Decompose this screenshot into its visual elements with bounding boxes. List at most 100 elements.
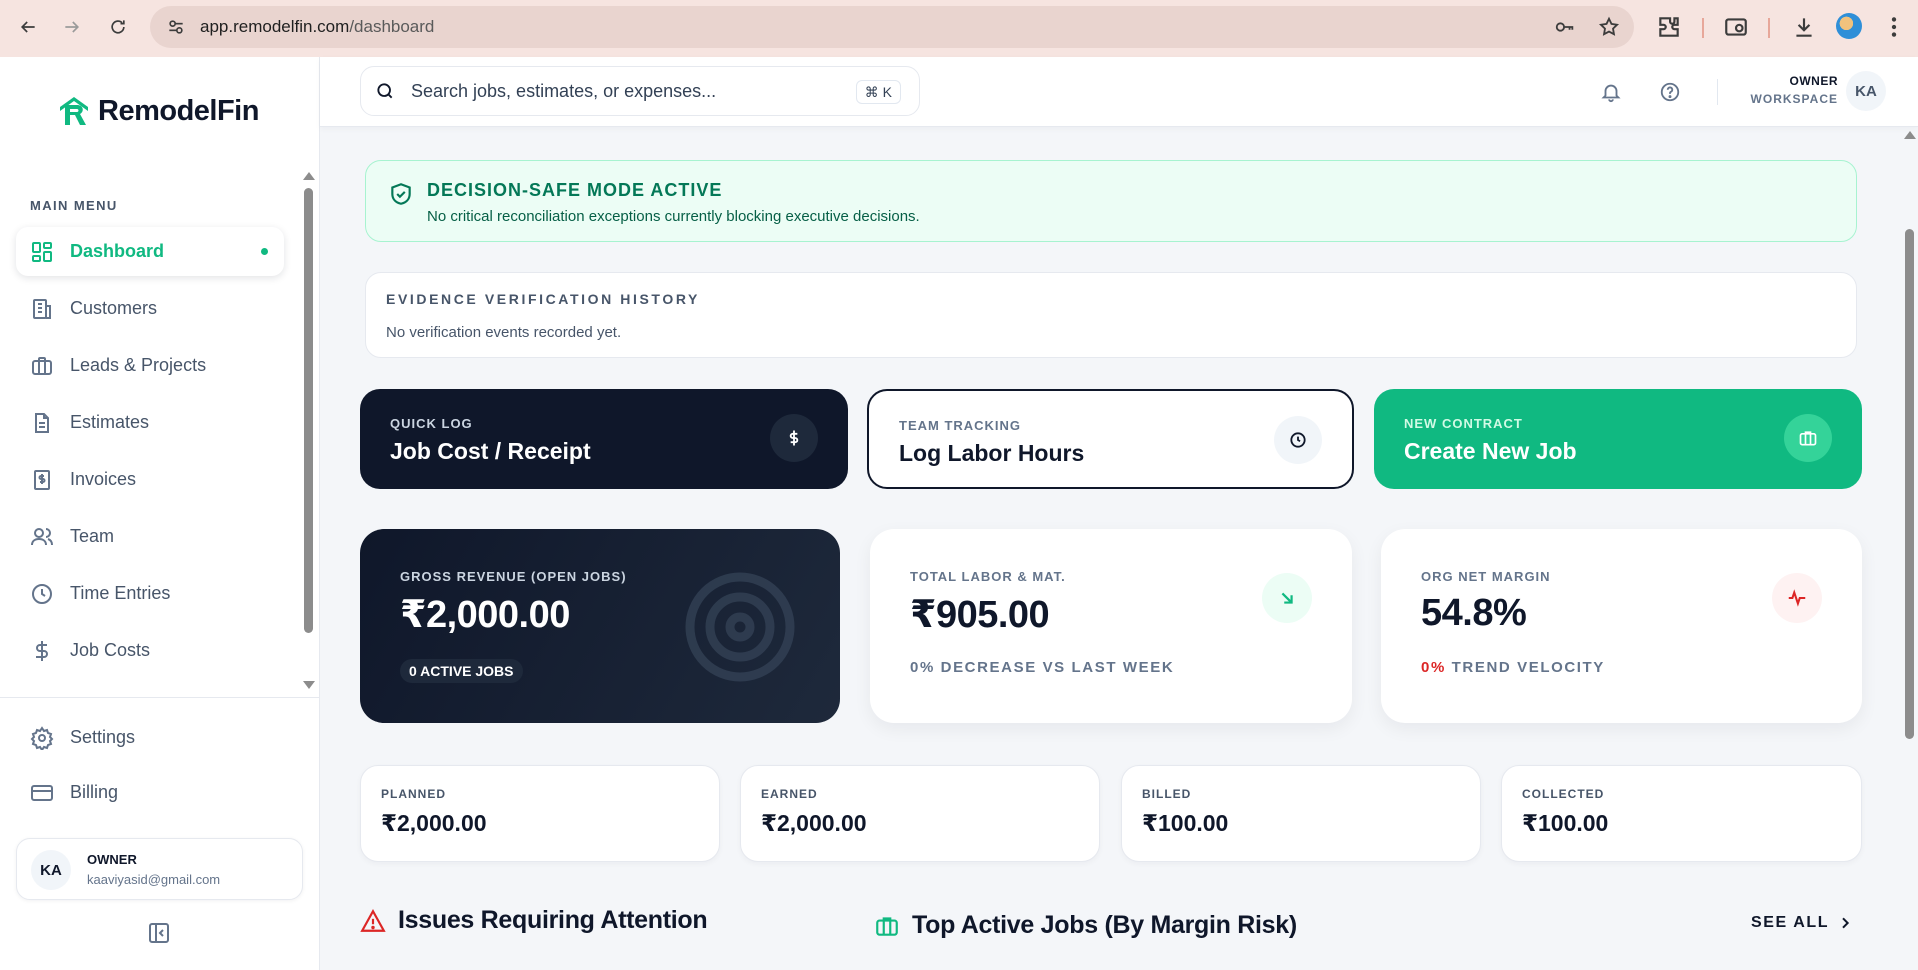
sidebar-item-label: Customers — [70, 298, 158, 318]
back-icon[interactable] — [6, 5, 50, 49]
user-profile-card[interactable]: KA OWNER kaaviyasid@gmail.com — [16, 838, 303, 900]
address-bar[interactable]: app.remodelfin.com/dashboard — [150, 6, 1634, 48]
clock-icon — [1274, 416, 1322, 464]
site-settings-icon[interactable] — [166, 17, 186, 37]
section-title-text: Top Active Jobs (By Margin Risk) — [912, 911, 1297, 939]
kpi-trend: 0% DECREASE VS LAST WEEK — [910, 659, 1175, 676]
status-badge: 0 ACTIVE JOBS — [400, 659, 523, 683]
browser-toolbar: app.remodelfin.com/dashboard — [0, 0, 1918, 57]
issues-section-title: Issues Requiring Attention — [360, 906, 708, 935]
gross-revenue-card: GROSS REVENUE (OPEN JOBS) ₹2,000.00 0 AC… — [360, 529, 840, 723]
kpi-trend: 0% TREND VELOCITY — [1421, 659, 1605, 676]
document-icon — [35, 412, 49, 433]
kpi-value: 54.8% — [1421, 592, 1527, 634]
top-jobs-section-title: Top Active Jobs (By Margin Risk) — [874, 911, 1297, 940]
banner-subtitle: No critical reconciliation exceptions cu… — [427, 208, 920, 225]
password-key-icon[interactable] — [1554, 16, 1576, 38]
card-kicker: TEAM TRACKING — [899, 418, 1022, 433]
forward-icon[interactable] — [50, 5, 94, 49]
metric-label: PLANNED — [381, 787, 447, 801]
extensions-icon[interactable] — [1656, 14, 1682, 40]
toolbar-separator — [1702, 18, 1704, 38]
tab-search-icon[interactable] — [1723, 14, 1749, 40]
avatar[interactable]: KA — [1846, 71, 1886, 111]
avatar: KA — [31, 850, 71, 890]
sidebar-scroll-down[interactable] — [303, 681, 315, 689]
sidebar-divider — [0, 697, 319, 698]
browser-profile-avatar[interactable] — [1836, 13, 1862, 39]
see-all-link[interactable]: SEE ALL — [1751, 914, 1853, 932]
shield-check-icon — [391, 183, 411, 205]
metric-value: ₹100.00 — [1142, 810, 1229, 836]
gear-icon — [30, 725, 54, 750]
sidebar-scrollbar-thumb[interactable] — [304, 188, 313, 633]
brand-logo[interactable]: RemodelFin — [56, 93, 259, 129]
reload-icon[interactable] — [96, 5, 140, 49]
target-icon — [685, 572, 795, 682]
toolbar-separator — [1768, 18, 1770, 38]
metric-value: ₹2,000.00 — [761, 810, 867, 836]
panel-title: EVIDENCE VERIFICATION HISTORY — [386, 291, 700, 307]
metric-value: ₹100.00 — [1522, 810, 1609, 836]
arrow-down-right-icon — [1262, 573, 1312, 623]
remodelfin-logo-icon — [60, 97, 88, 125]
user-role: OWNER — [87, 852, 137, 867]
secondary-nav: Settings Billing — [16, 713, 284, 823]
create-new-job-button[interactable]: NEW CONTRACT Create New Job — [1374, 389, 1862, 489]
search-icon — [377, 83, 393, 99]
card-label: Job Cost / Receipt — [390, 438, 591, 464]
workspace-label: OWNER WORKSPACE — [1748, 74, 1838, 106]
sidebar-item-billing[interactable]: Billing — [16, 768, 284, 817]
active-indicator-dot — [261, 248, 268, 255]
dollar-icon — [770, 414, 818, 462]
sidebar-scroll-up[interactable] — [303, 172, 315, 180]
main-scrollbar-thumb[interactable] — [1905, 229, 1914, 739]
decision-safe-banner: DECISION-SAFE MODE ACTIVE No critical re… — [365, 160, 1857, 242]
kpi-label: ORG NET MARGIN — [1421, 569, 1551, 584]
workspace-role: OWNER — [1789, 74, 1838, 88]
help-icon[interactable] — [1659, 81, 1681, 103]
bell-icon[interactable] — [1600, 81, 1622, 103]
evidence-verification-panel: EVIDENCE VERIFICATION HISTORY No verific… — [365, 272, 1857, 358]
sidebar-item-estimates[interactable]: Estimates — [16, 398, 284, 447]
top-header: Search jobs, estimates, or expenses... ⌘… — [320, 57, 1918, 127]
download-icon[interactable] — [1791, 14, 1817, 40]
main-nav: Dashboard Customers Leads & Projects Est… — [16, 227, 284, 683]
kpi-value: ₹905.00 — [910, 594, 1050, 636]
quick-log-job-cost-button[interactable]: QUICK LOG Job Cost / Receipt — [360, 389, 848, 489]
main-scroll-up[interactable] — [1904, 131, 1916, 139]
empty-state-text: No verification events recorded yet. — [386, 324, 622, 341]
sidebar-item-team[interactable]: Team — [16, 512, 284, 561]
card-label: Create New Job — [1404, 438, 1577, 464]
org-net-margin-card: ORG NET MARGIN 54.8% 0% TREND VELOCITY — [1381, 529, 1862, 723]
sidebar-item-time-entries[interactable]: Time Entries — [16, 569, 284, 618]
sidebar-item-invoices[interactable]: Invoices — [16, 455, 284, 504]
planned-card: PLANNED ₹2,000.00 — [360, 765, 720, 862]
sidebar-item-settings[interactable]: Settings — [16, 713, 284, 762]
brand-name: RemodelFin — [98, 94, 259, 127]
kpi-value: ₹2,000.00 — [400, 594, 570, 636]
see-all-label: SEE ALL — [1751, 914, 1830, 931]
log-labor-hours-button[interactable]: TEAM TRACKING Log Labor Hours — [867, 389, 1354, 489]
collapse-sidebar-icon[interactable] — [147, 921, 171, 945]
bookmark-star-icon[interactable] — [1598, 16, 1620, 38]
search-input[interactable]: Search jobs, estimates, or expenses... ⌘… — [360, 66, 920, 116]
trend-percent: 0% — [1421, 659, 1446, 676]
metric-value: ₹2,000.00 — [381, 810, 487, 836]
sidebar-item-leads-projects[interactable]: Leads & Projects — [16, 341, 284, 390]
card-kicker: QUICK LOG — [390, 416, 473, 431]
browser-menu-icon[interactable] — [1881, 14, 1907, 40]
users-icon — [31, 527, 53, 545]
collected-card: COLLECTED ₹100.00 — [1501, 765, 1862, 862]
credit-card-icon — [31, 784, 53, 801]
briefcase-icon — [876, 916, 898, 936]
briefcase-icon — [32, 356, 52, 375]
sidebar-item-dashboard[interactable]: Dashboard — [16, 227, 284, 276]
metric-label: EARNED — [761, 787, 818, 801]
sidebar-item-label: Job Costs — [70, 640, 151, 660]
sidebar-item-customers[interactable]: Customers — [16, 284, 284, 333]
billed-card: BILLED ₹100.00 — [1121, 765, 1481, 862]
sidebar-item-job-costs[interactable]: Job Costs — [16, 626, 284, 675]
earned-card: EARNED ₹2,000.00 — [740, 765, 1100, 862]
warning-triangle-icon — [360, 908, 386, 932]
